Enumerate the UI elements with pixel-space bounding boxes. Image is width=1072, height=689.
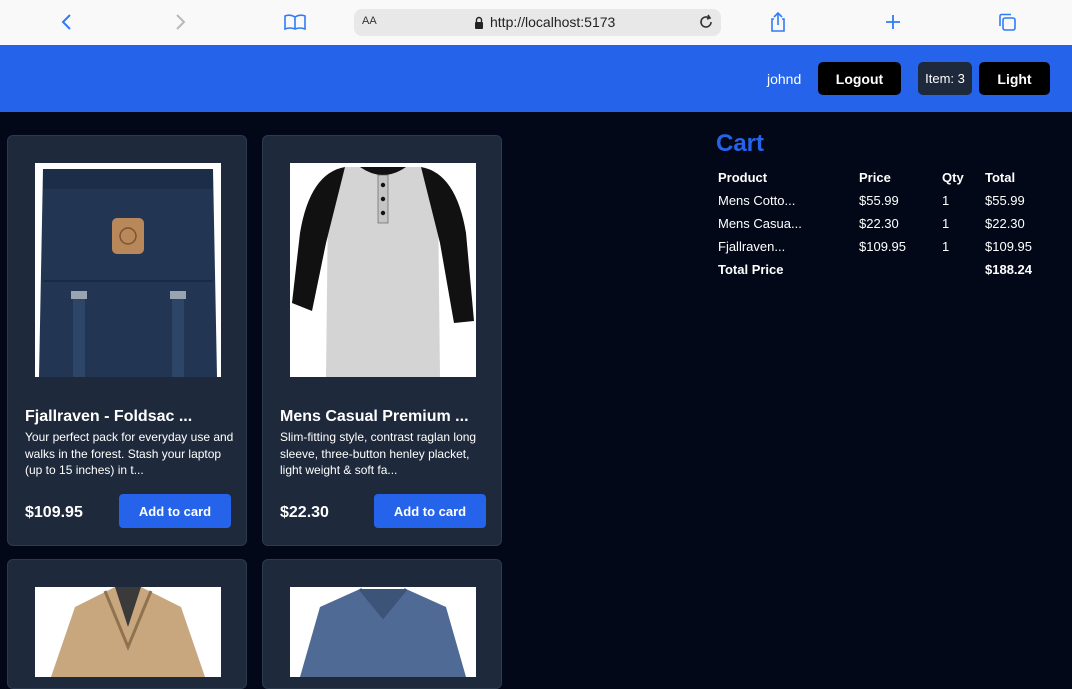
product-card: Mens Casual Premium ... Slim-fitting sty… [262,135,502,546]
cart-title: Cart [716,130,765,157]
address-bar[interactable]: AA http://localhost:5173 [354,9,721,36]
url-text: http://localhost:5173 [490,14,616,30]
logout-button[interactable]: Logout [818,62,901,95]
product-price: $22.30 [280,504,329,521]
tabs-overview-icon[interactable] [995,10,1019,34]
cart-total: $22.30 [985,216,1025,231]
product-image-henley-shirt [290,163,476,377]
product-description: Slim-fitting style, contrast raglan long… [280,430,477,477]
cart-qty: 1 [942,193,950,208]
bookmarks-icon[interactable] [283,10,307,34]
cart-price: $55.99 [859,193,899,208]
column-header-price: Price [859,170,891,185]
new-tab-icon[interactable] [881,10,905,34]
cart-qty: 1 [942,239,950,254]
cart-qty: 1 [942,216,950,231]
share-icon[interactable] [766,10,790,34]
add-to-cart-button[interactable]: Add to card [119,494,231,528]
product-price: $109.95 [25,504,83,521]
cart-item-count-button[interactable]: Item: 3 [918,62,972,95]
username: johnd [767,71,802,87]
product-image-backpack [35,163,221,377]
theme-toggle-button[interactable]: Light [979,62,1050,95]
total-price-label: Total Price [718,262,784,277]
column-header-total: Total [985,170,1016,185]
cart-total: $55.99 [985,193,1025,208]
product-image-jacket [35,587,221,677]
text-size-button[interactable]: AA [362,15,377,27]
cart-total: $109.95 [985,239,1032,254]
column-header-qty: Qty [942,170,964,185]
cart-price: $109.95 [859,239,906,254]
total-price-value: $188.24 [985,262,1032,277]
cart-product-name: Mens Casua... [718,216,802,231]
browser-toolbar: AA http://localhost:5173 [0,0,1072,46]
product-description: Your perfect pack for everyday use and w… [25,430,234,477]
cart-product-name: Mens Cotto... [718,193,796,208]
product-card: Fjallraven - Foldsac ... Your perfect pa… [7,135,247,546]
product-image-sweater [290,587,476,677]
cart-product-name: Fjallraven... [718,239,786,254]
add-to-cart-button[interactable]: Add to card [374,494,486,528]
lock-icon [474,16,484,29]
column-header-product: Product [718,170,768,185]
product-title: Mens Casual Premium ... [280,408,469,425]
cart-price: $22.30 [859,216,899,231]
app-header: johnd Logout Item: 3 Light [0,45,1072,112]
product-title: Fjallraven - Foldsac ... [25,408,193,425]
reload-icon[interactable] [697,13,715,31]
forward-icon[interactable] [168,10,192,34]
back-icon[interactable] [55,10,79,34]
